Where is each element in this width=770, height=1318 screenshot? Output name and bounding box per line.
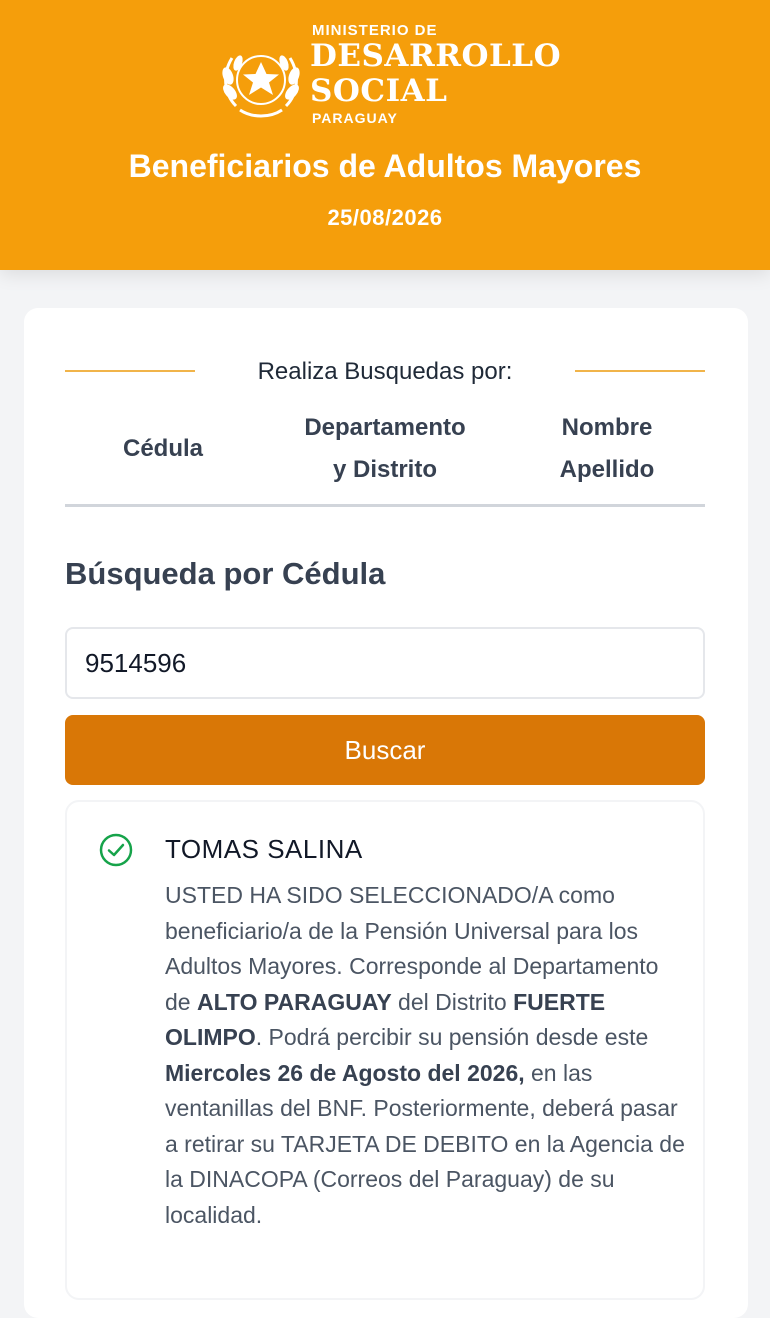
message-part-2: del Distrito [391,988,514,1015]
search-button[interactable]: Buscar [65,715,705,785]
message-fecha: Miercoles 26 de Agosto del 2026, [165,1059,525,1086]
cedula-input[interactable] [65,627,705,699]
page-title: Beneficiarios de Adultos Mayores [128,148,642,184]
tab-departamento-distrito[interactable]: Departamento y Distrito [270,407,500,491]
section-title: Búsqueda por Cédula [65,556,386,591]
search-caption: Realiza Busquedas por: [257,358,513,385]
tab-nombre-label-line2: Apellido [559,456,655,483]
caption-right-line [575,370,705,372]
logo-ministerio-text: MINISTERIO DE [312,22,438,39]
beneficiary-name: TOMAS SALINA [165,834,363,864]
logo-social-text: SOCIAL [310,73,448,109]
tab-nombre-apellido[interactable]: Nombre Apellido [528,407,686,491]
header-banner: MINISTERIO DE DESARROLLO SOCIAL PARAGUAY… [0,0,770,270]
page-date: 25/08/2026 [327,205,443,230]
check-circle-icon [99,833,133,867]
logo-desarrollo-text: DESARROLLO [310,38,562,74]
ministry-logo: MINISTERIO DE DESARROLLO SOCIAL PARAGUAY [218,16,562,128]
result-message: USTED HA SIDO SELECCIONADO/A como benefi… [165,878,690,1233]
message-departamento: ALTO PARAGUAY [196,988,392,1015]
tab-departamento-label-line2: y Distrito [332,456,437,483]
tab-cedula[interactable]: Cédula [90,428,236,470]
star-laurel-seal-icon [222,55,300,118]
tab-cedula-label: Cédula [122,435,203,462]
logo-paraguay-text: PARAGUAY [312,110,398,126]
tab-departamento-label-line1: Departamento [304,414,466,441]
tab-nombre-label-line1: Nombre [561,414,653,441]
message-part-3: . Podrá percibir su pensión desde este [255,1024,649,1050]
tabs-underline [65,504,705,507]
caption-left-line [65,370,195,372]
